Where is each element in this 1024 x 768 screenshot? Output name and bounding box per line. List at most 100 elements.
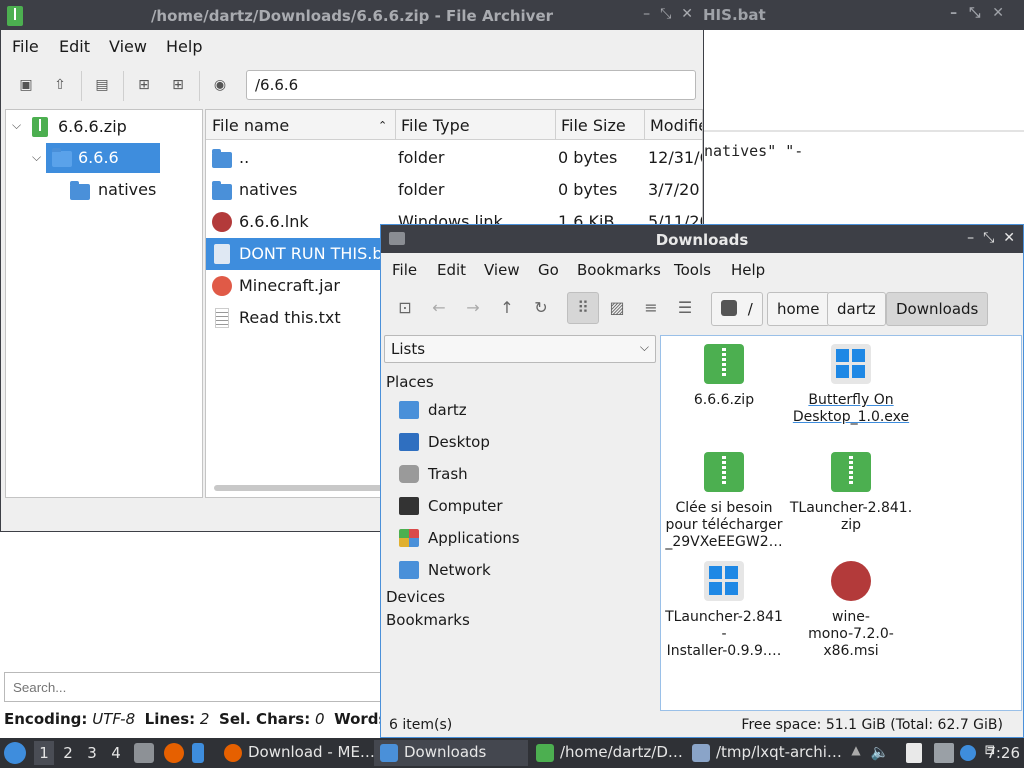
menu-tools[interactable]: Tools [674, 261, 711, 279]
column-header-type[interactable]: File Type [401, 116, 470, 135]
menu-edit[interactable]: Edit [437, 261, 466, 279]
column-divider[interactable] [555, 110, 556, 140]
editor-window-controls[interactable]: –⤡✕ [950, 5, 1016, 21]
sidebar-mode-select[interactable]: Lists ⌵ [384, 335, 656, 363]
horizontal-scrollbar[interactable] [214, 485, 394, 491]
task-archiver[interactable]: /home/dartz/D… [530, 740, 684, 766]
stop-icon[interactable]: ◉ [209, 74, 231, 96]
show-desktop-icon[interactable] [192, 743, 204, 763]
sidebar-item-desktop[interactable]: Desktop [399, 429, 649, 457]
archive-path-field[interactable]: /6.6.6 [246, 70, 696, 100]
menu-view[interactable]: View [484, 261, 520, 279]
minimize-icon[interactable]: – [643, 6, 650, 22]
file-item-label: Clée si besoin pour télécharger _29VXeEE… [665, 500, 783, 550]
editor-title: HIS.bat [703, 6, 766, 24]
column-header-name[interactable]: File name [212, 116, 289, 135]
minimize-icon[interactable]: – [950, 5, 969, 21]
tree-item-666[interactable]: 6.6.6 [46, 143, 160, 173]
close-icon[interactable]: ✕ [992, 5, 1016, 21]
editor-text-content[interactable]: natives" "- [704, 142, 803, 160]
file-row[interactable]: .. folder 0 bytes 12/31/6 [206, 142, 702, 174]
sidebar-item-trash[interactable]: Trash [399, 461, 649, 489]
close-icon[interactable]: ✕ [681, 6, 693, 22]
firefox-icon [224, 744, 242, 762]
menu-edit[interactable]: Edit [59, 37, 90, 56]
breadcrumb-root[interactable]: / [711, 292, 763, 326]
file-type: folder [398, 180, 445, 199]
reload-icon[interactable]: ↻ [526, 293, 556, 323]
forward-icon[interactable]: → [458, 293, 488, 323]
close-icon[interactable]: ✕ [1003, 230, 1015, 246]
column-divider[interactable] [395, 110, 396, 140]
file-item[interactable]: wine- mono-7.2.0- x86.msi [788, 561, 914, 660]
back-icon[interactable]: ← [424, 293, 454, 323]
file-item[interactable]: Butterfly On Desktop_1.0.exe [788, 344, 914, 426]
compact-view-icon[interactable]: ≡ [636, 293, 666, 323]
column-header-size[interactable]: File Size [561, 116, 626, 135]
new-archive-icon[interactable]: ▣ [15, 74, 37, 96]
sidebar-item-applications[interactable]: Applications [399, 525, 649, 553]
search-input[interactable] [4, 672, 384, 702]
tree-item-zip[interactable]: ⌵ 6.6.6.zip [6, 112, 202, 142]
tray-expander-icon[interactable]: ▲ [846, 743, 866, 763]
sidebar-item-network[interactable]: Network [399, 557, 649, 585]
update-notifier-icon[interactable] [960, 745, 976, 761]
menu-view[interactable]: View [109, 37, 147, 56]
file-item[interactable]: TLauncher-2.841 - Installer-0.9.9.… [661, 561, 787, 660]
workspace-2[interactable]: 2 [58, 744, 78, 762]
item-count: 6 item(s) [389, 717, 453, 733]
icon-view-icon[interactable]: ⠿ [567, 292, 599, 324]
file-manager-launcher-icon[interactable] [134, 743, 154, 763]
folder-icon [52, 148, 72, 167]
archiver-window-controls[interactable]: – ⤡ ✕ [633, 6, 693, 22]
taskbar: 1 2 3 4 Download - ME… Downloads /home/d… [0, 738, 1024, 768]
file-item[interactable]: TLauncher-2.841. zip [788, 452, 914, 534]
sidebar-item-computer[interactable]: Computer [399, 493, 649, 521]
task-firefox[interactable]: Download - ME… [218, 740, 375, 766]
chevron-down-icon[interactable]: ⌵ [32, 150, 41, 165]
tree-item-natives[interactable]: natives [70, 175, 200, 205]
zip-icon [704, 344, 744, 384]
column-header-modified[interactable]: Modifie [650, 116, 702, 135]
add-folder-icon[interactable]: ⊞ [167, 74, 189, 96]
file-row[interactable]: natives folder 0 bytes 3/7/20 [206, 174, 702, 206]
sidebar-item-dartz[interactable]: dartz [399, 397, 649, 425]
downloads-window-controls[interactable]: – ⤡ ✕ [958, 230, 1015, 246]
add-files-icon[interactable]: ⊞ [133, 74, 155, 96]
workspace-3[interactable]: 3 [82, 744, 102, 762]
firefox-launcher-icon[interactable] [164, 743, 184, 763]
breadcrumb-home[interactable]: home [767, 292, 830, 326]
extract-icon[interactable]: ▤ [91, 74, 113, 96]
menu-file[interactable]: File [12, 37, 39, 56]
task-downloads[interactable]: Downloads [374, 740, 528, 766]
clock[interactable]: 7:26 [986, 744, 1020, 762]
start-menu-icon[interactable] [4, 742, 26, 764]
open-archive-icon[interactable]: ⇧ [49, 74, 71, 96]
detailed-list-view-icon[interactable]: ☰ [670, 293, 700, 323]
workspace-4[interactable]: 4 [106, 744, 126, 762]
volume-icon[interactable]: 🔈 [870, 743, 890, 763]
maximize-icon[interactable]: ⤡ [969, 5, 992, 21]
file-item[interactable]: 6.6.6.zip [661, 344, 787, 409]
menu-bookmarks[interactable]: Bookmarks [577, 261, 661, 279]
menu-help[interactable]: Help [166, 37, 202, 56]
column-divider[interactable] [644, 110, 645, 140]
menu-help[interactable]: Help [731, 261, 765, 279]
breadcrumb-downloads[interactable]: Downloads [886, 292, 989, 326]
menu-go[interactable]: Go [538, 261, 559, 279]
up-icon[interactable]: ↑ [492, 293, 522, 323]
maximize-icon[interactable]: ⤡ [983, 230, 994, 246]
breadcrumb-dartz[interactable]: dartz [827, 292, 886, 326]
file-item[interactable]: Clée si besoin pour télécharger _29VXeEE… [661, 452, 787, 551]
task-label: /home/dartz/D… [560, 743, 683, 761]
chevron-down-icon[interactable]: ⌵ [12, 118, 21, 133]
clipboard-icon[interactable] [906, 743, 922, 763]
minimize-icon[interactable]: – [967, 230, 974, 246]
menu-file[interactable]: File [392, 261, 417, 279]
maximize-icon[interactable]: ⤡ [660, 6, 671, 22]
network-tray-icon[interactable] [934, 743, 954, 763]
task-editor[interactable]: /tmp/lxqt-archi… [686, 740, 842, 766]
new-tab-icon[interactable]: ⊡ [390, 293, 420, 323]
thumbnail-view-icon[interactable]: ▨ [602, 293, 632, 323]
workspace-1[interactable]: 1 [34, 741, 54, 765]
